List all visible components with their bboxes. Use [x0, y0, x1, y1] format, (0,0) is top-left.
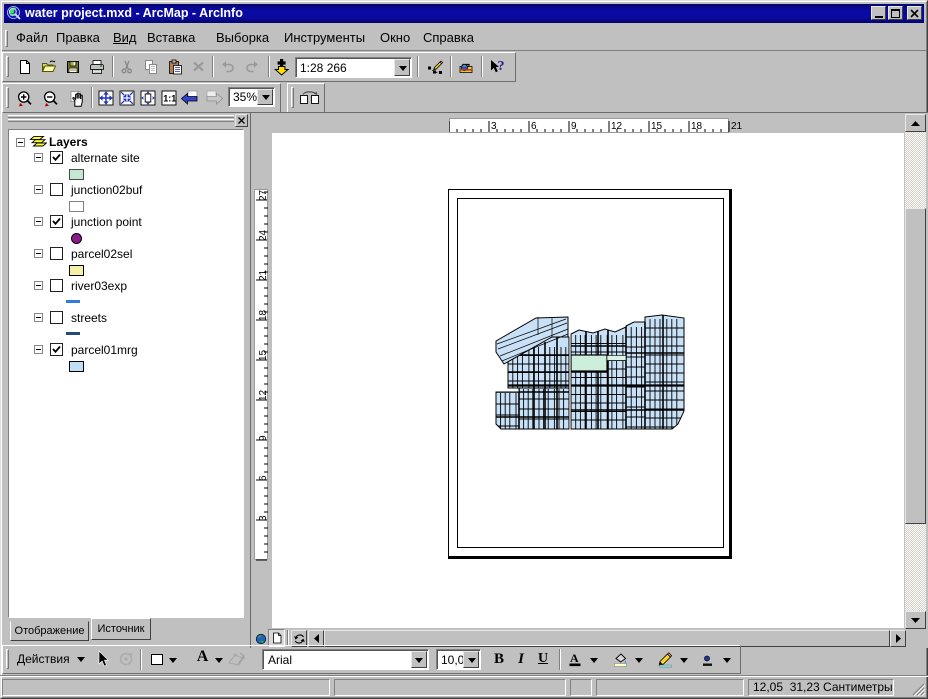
svg-text:?: ?	[498, 59, 505, 74]
svg-text:A: A	[570, 652, 579, 665]
svg-text:6: 6	[258, 475, 268, 481]
svg-text:9: 9	[571, 121, 577, 132]
svg-text:6: 6	[531, 121, 537, 132]
svg-text:27: 27	[258, 189, 268, 201]
svg-text:21: 21	[258, 269, 268, 281]
svg-text:24: 24	[258, 229, 268, 241]
svg-text:1:1: 1:1	[163, 94, 176, 104]
svg-text:15: 15	[258, 349, 268, 361]
svg-text:21: 21	[731, 121, 743, 132]
svg-text:12: 12	[258, 389, 268, 401]
svg-text:3: 3	[491, 121, 497, 132]
svg-text:9: 9	[258, 435, 268, 441]
svg-text:18: 18	[258, 309, 268, 321]
svg-text:3: 3	[258, 515, 268, 521]
